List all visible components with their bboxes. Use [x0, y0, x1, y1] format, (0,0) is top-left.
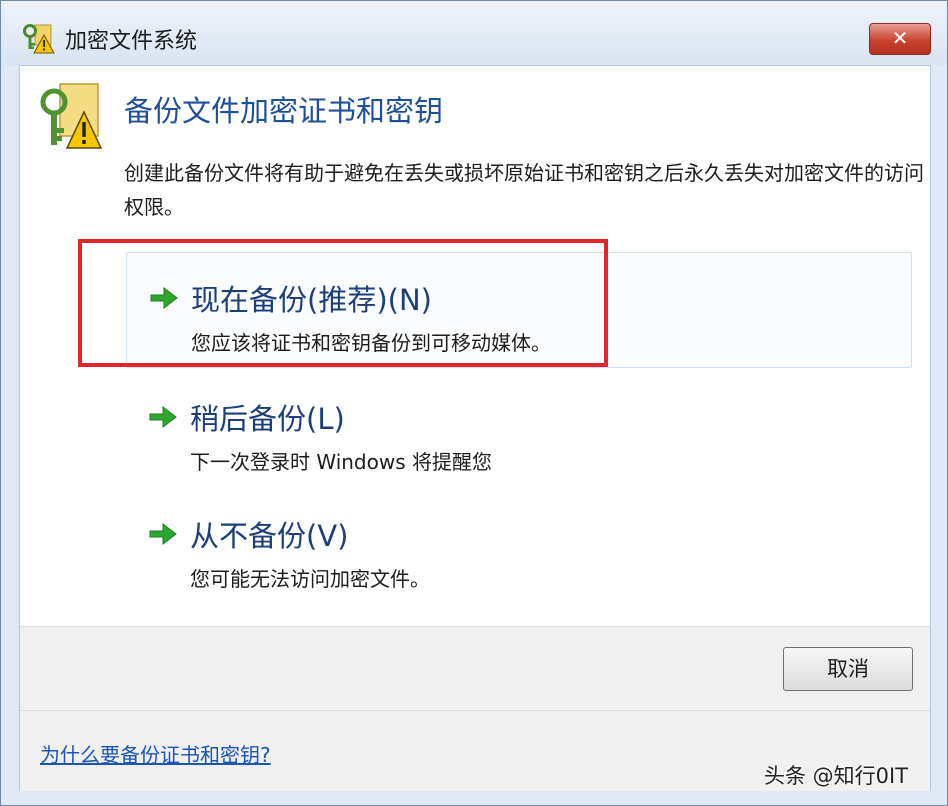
dialog-heading: 备份文件加密证书和密钥	[124, 94, 444, 128]
key-warning-icon	[23, 24, 55, 54]
cancel-button[interactable]: 取消	[783, 647, 913, 691]
option-subtitle: 下一次登录时 Windows 将提醒您	[190, 450, 492, 474]
help-link[interactable]: 为什么要备份证书和密钥?	[40, 739, 271, 768]
close-button[interactable]: ✕	[869, 23, 931, 55]
option-backup-later[interactable]: 稍后备份(L) 下一次登录时 Windows 将提醒您	[126, 372, 912, 488]
green-arrow-icon	[149, 522, 177, 546]
highlight-box	[78, 239, 608, 367]
window-title: 加密文件系统	[65, 29, 198, 54]
dialog-description: 创建此备份文件将有助于避免在丢失或损坏原始证书和密钥之后永久丢失对加密文件的访问…	[124, 161, 924, 219]
close-icon: ✕	[891, 26, 909, 50]
dialog-content: 备份文件加密证书和密钥 创建此备份文件将有助于避免在丢失或损坏原始证书和密钥之后…	[19, 65, 931, 791]
title-bar[interactable]: 加密文件系统 ✕	[1, 1, 947, 65]
dialog-window: 加密文件系统 ✕ 备份文件加密证书和密钥 创建此备份文件将有助于避免在丢失或损坏…	[0, 0, 948, 806]
option-title: 从不备份(V)	[190, 519, 349, 553]
option-title: 稍后备份(L)	[190, 402, 345, 436]
option-subtitle: 您可能无法访问加密文件。	[190, 567, 430, 591]
option-never-backup[interactable]: 从不备份(V) 您可能无法访问加密文件。	[126, 489, 912, 605]
watermark: 头条 @知行0IT	[764, 764, 909, 788]
green-arrow-icon	[149, 405, 177, 429]
key-warning-icon	[40, 83, 102, 149]
button-bar: 取消	[20, 626, 930, 711]
